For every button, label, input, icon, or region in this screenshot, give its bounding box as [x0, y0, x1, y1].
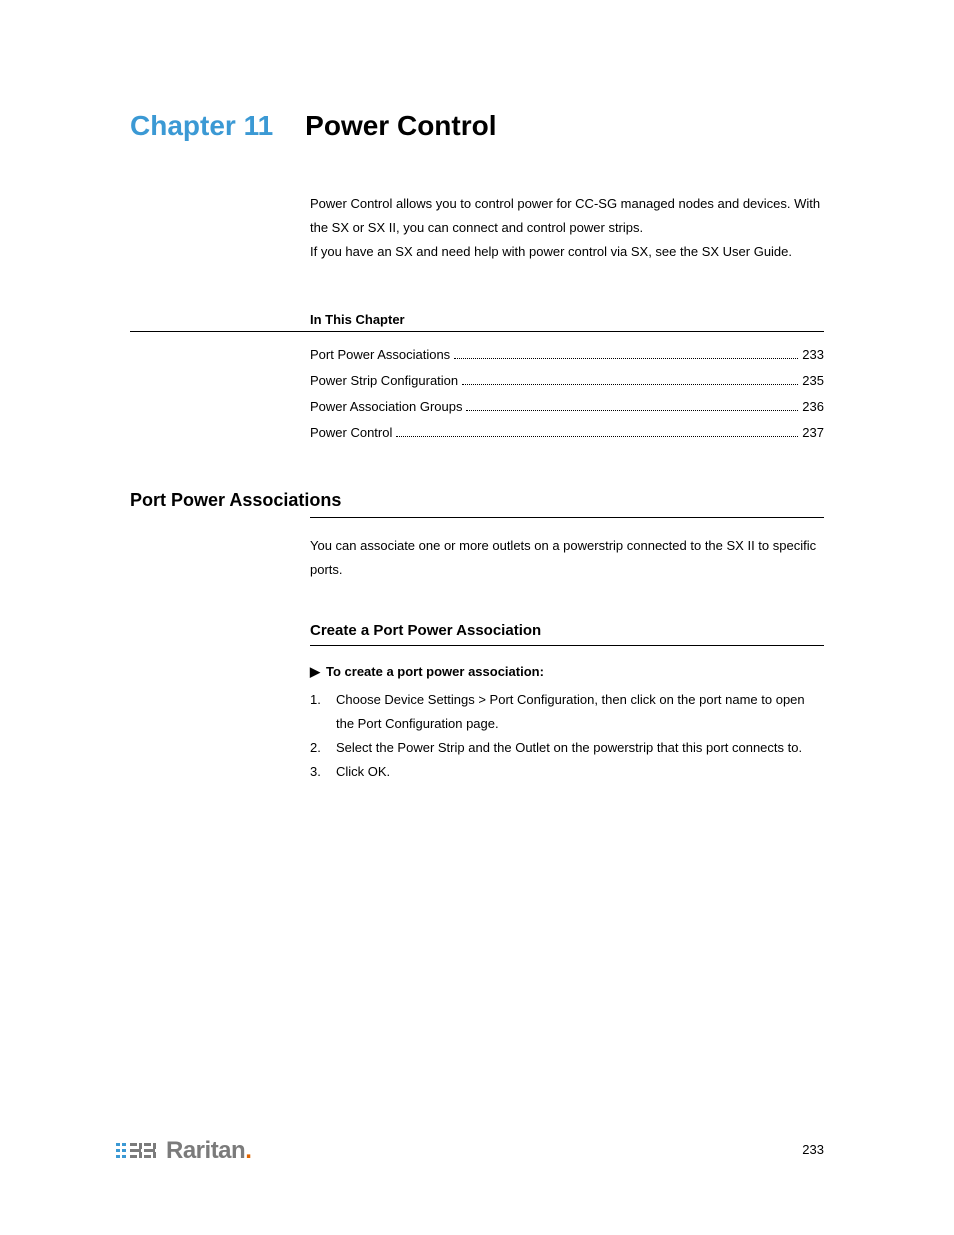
- section-body: You can associate one or more outlets on…: [310, 534, 824, 582]
- toc-leader: [466, 410, 798, 411]
- chapter-title: Power Control: [305, 110, 496, 142]
- toc-title: Power Strip Configuration: [310, 368, 458, 394]
- toc-title: Port Power Associations: [310, 342, 450, 368]
- toc-title: Power Association Groups: [310, 394, 462, 420]
- step-number: 3.: [310, 760, 326, 784]
- toc-row: Port Power Associations 233: [310, 342, 824, 368]
- step-text: Choose Device Settings > Port Configurat…: [336, 688, 824, 736]
- toc-row: Power Strip Configuration 235: [310, 368, 824, 394]
- toc-page: 233: [802, 342, 824, 368]
- chapter-label: Chapter 11: [130, 110, 273, 142]
- sub-heading-create-assoc: Create a Port Power Association: [310, 622, 824, 639]
- toc-leader: [396, 436, 798, 437]
- divider: [310, 645, 824, 646]
- list-item: 3. Click OK.: [310, 760, 824, 784]
- list-item: 1.Choose Device Settings > Port Configur…: [310, 688, 824, 736]
- steps-lead-text: To create a port power association:: [326, 664, 544, 679]
- toc-leader: [462, 384, 798, 385]
- intro-p1: Power Control allows you to control powe…: [310, 192, 824, 240]
- toc-page: 235: [802, 368, 824, 394]
- brand-text: Raritan.: [166, 1137, 251, 1165]
- step-number: 1.: [310, 688, 326, 736]
- list-item: 2. Select the Power Strip and the Outlet …: [310, 736, 824, 760]
- in-this-chapter-label: In This Chapter: [310, 312, 824, 327]
- steps-list: 1.Choose Device Settings > Port Configur…: [310, 688, 824, 784]
- divider: [310, 517, 824, 518]
- toc-page: 236: [802, 394, 824, 420]
- chapter-header: Chapter 11 Power Control: [130, 110, 824, 142]
- steps-lead: ▶ To create a port power association:: [310, 660, 824, 684]
- divider: [130, 331, 824, 332]
- toc-leader: [454, 358, 798, 359]
- footer-logo: Raritan.: [116, 1137, 251, 1165]
- section-heading-port-power: Port Power Associations: [130, 490, 824, 511]
- arrow-icon: ▶: [310, 664, 320, 679]
- toc: Port Power Associations 233 Power Strip …: [310, 342, 824, 446]
- toc-row: Power Association Groups 236: [310, 394, 824, 420]
- step-number: 2.: [310, 736, 326, 760]
- toc-row: Power Control 237: [310, 420, 824, 446]
- page-container: Chapter 11 Power Control Power Control a…: [0, 0, 954, 844]
- toc-page: 237: [802, 420, 824, 446]
- step-text: Click OK.: [336, 760, 390, 784]
- step-text: Select the Power Strip and the Outlet on…: [336, 736, 802, 760]
- intro-p2: If you have an SX and need help with pow…: [310, 240, 824, 264]
- intro-text: Power Control allows you to control powe…: [310, 192, 824, 264]
- toc-title: Power Control: [310, 420, 392, 446]
- raritan-logo-icon: [116, 1139, 158, 1163]
- page-number: 233: [802, 1142, 824, 1157]
